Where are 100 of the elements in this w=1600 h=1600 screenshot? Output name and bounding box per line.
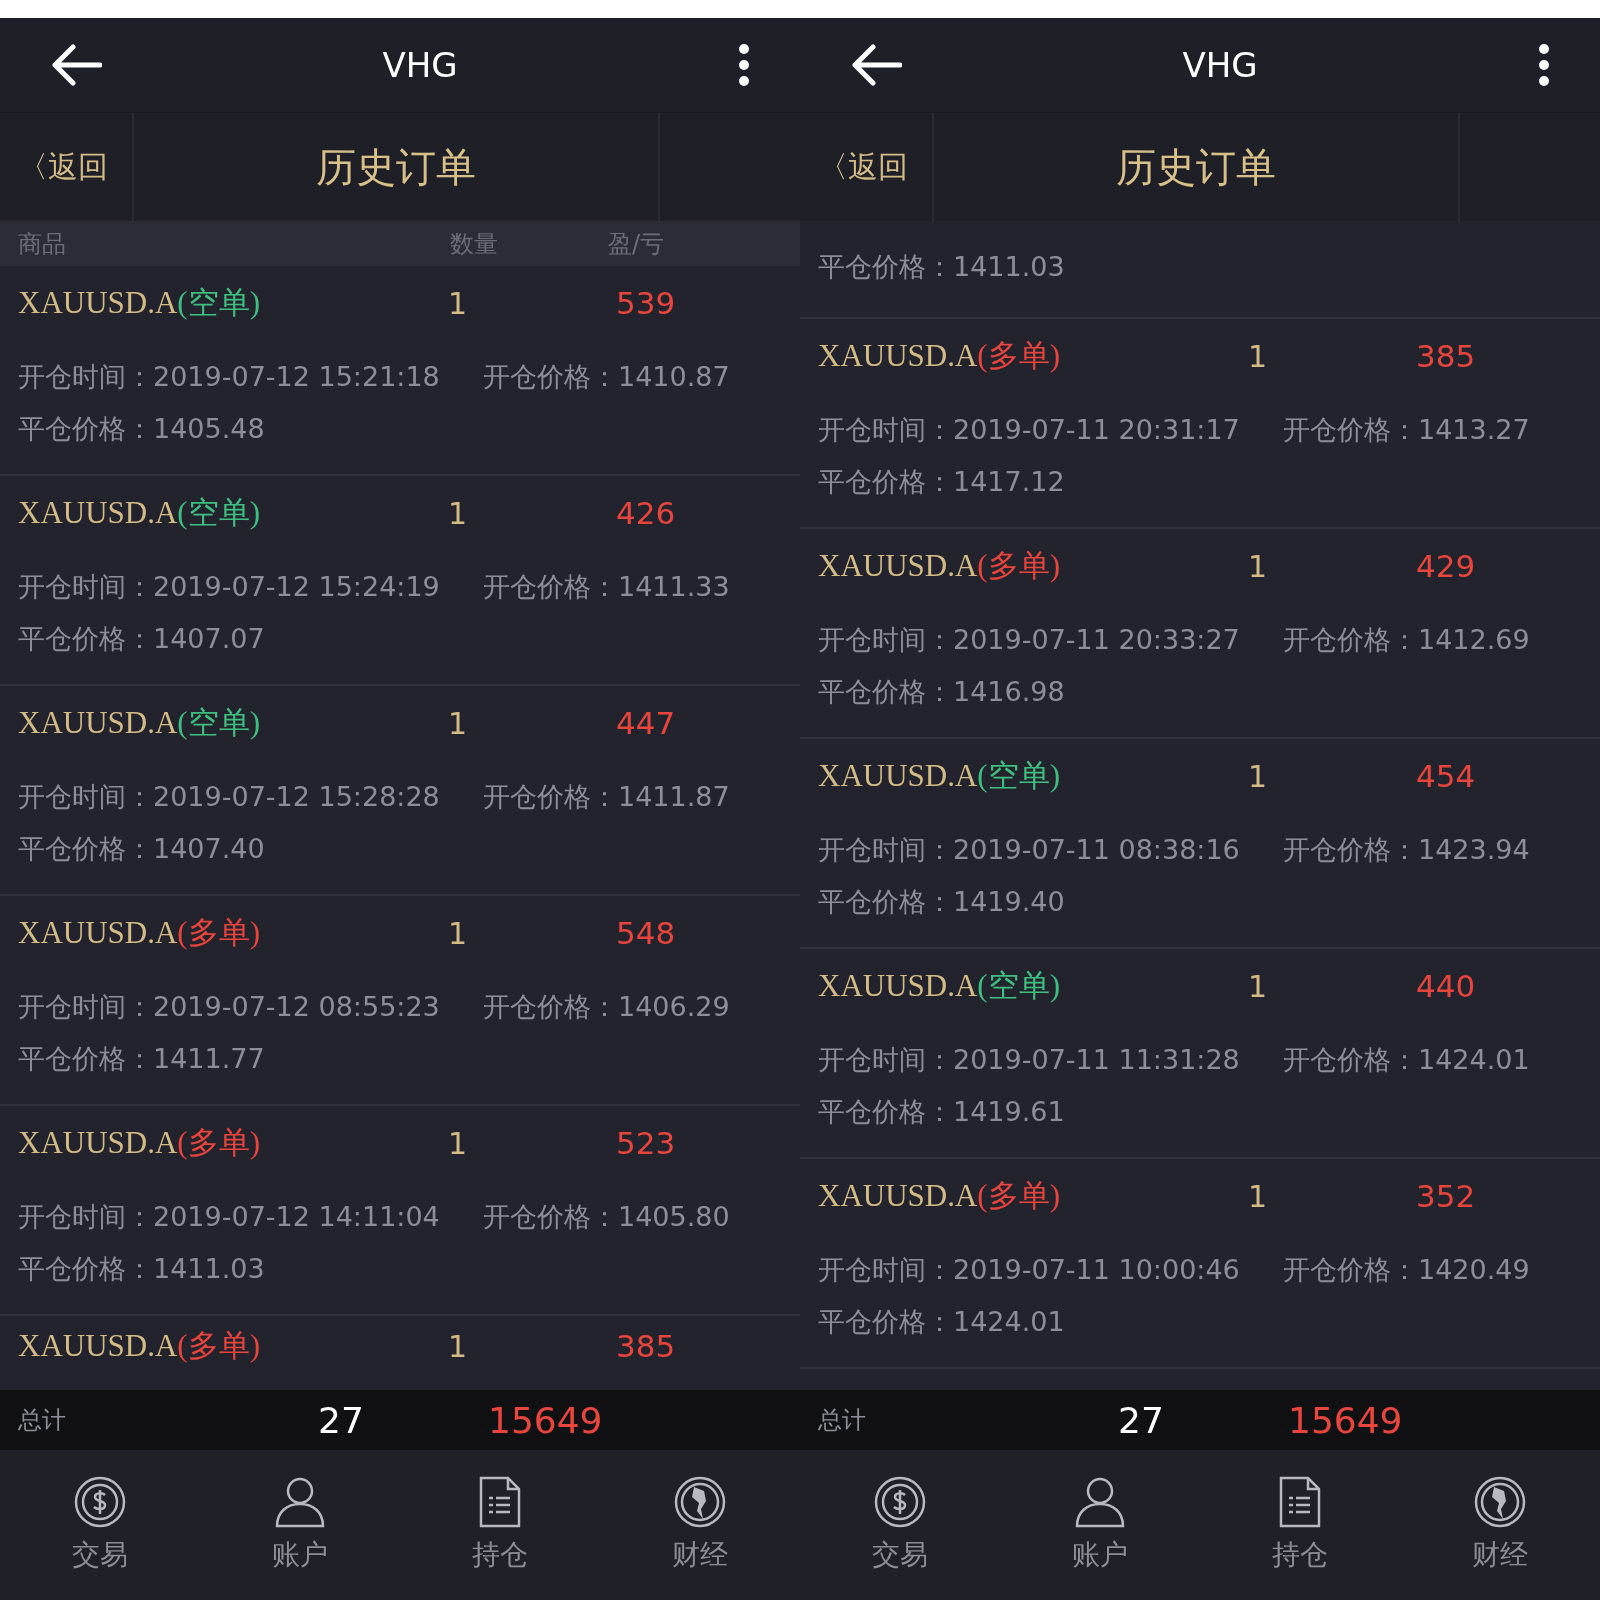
product-name: XAUUSD.A(空单) [818,967,1061,1005]
page-title: 历史订单 [316,142,476,192]
close-price: 平仓价格：1416.98 [818,675,1065,709]
product-name: XAUUSD.A(多单) [18,914,261,952]
open-time: 开仓时间：2019-07-12 15:28:28 [18,780,441,814]
tab-button[interactable]: 账户 [1000,1450,1200,1600]
quantity: 1 [448,915,469,951]
close-price: 平仓价格：1411.03 [18,1252,265,1286]
quantity: 1 [1248,1178,1269,1214]
open-price: 开仓价格：1406.29 [483,990,730,1024]
total-profit: 15649 [1288,1399,1403,1441]
order-card[interactable]: 平仓价格：1411.03 [800,221,1600,319]
open-price: 开仓价格：1424.01 [1283,1043,1530,1077]
open-time: 开仓时间：2019-07-12 08:55:23 [18,990,441,1024]
profit-value: 440 [1416,968,1476,1004]
dollar-coin-icon [74,1476,126,1528]
quantity: 1 [448,1125,469,1161]
more-menu-icon[interactable] [738,43,750,87]
more-menu-icon[interactable] [1538,43,1550,87]
product-name: XAUUSD.A(多单) [18,1124,261,1162]
product-name: XAUUSD.A(空单) [18,284,261,322]
quantity: 1 [448,495,469,531]
open-time: 开仓时间：2019-07-12 14:11:04 [18,1200,441,1234]
open-time: 开仓时间：2019-07-12 15:21:18 [18,360,441,394]
open-time: 开仓时间：2019-07-11 11:31:28 [818,1043,1241,1077]
open-price: 开仓价格：1410.87 [483,360,730,394]
back-link[interactable]: 〈返回 [818,146,908,188]
quantity: 1 [448,1328,469,1364]
tab-button[interactable]: 财经 [600,1450,800,1600]
dollar-coin-icon [874,1476,926,1528]
profit-value: 539 [616,285,676,321]
product-name: XAUUSD.A(多单) [18,1327,261,1365]
profit-value: 447 [616,705,676,741]
profit-value: 426 [616,495,676,531]
column-header: 数量 [450,228,499,260]
profit-value: 523 [616,1125,676,1161]
order-card[interactable]: XAUUSD.A(多单) 1 352 开仓时间：2019-07-11 10:00:46 开仓价格：1420.49 平仓价格：1424.01 [800,1159,1600,1369]
open-price: 开仓价格：1420.49 [1283,1253,1530,1287]
profit-value: 352 [1416,1178,1476,1214]
close-price: 平仓价格：1405.48 [18,412,265,446]
close-price: 平仓价格：1424.01 [818,1305,1065,1339]
order-card[interactable]: XAUUSD.A(空单) 1 440 开仓时间：2019-07-11 11:31:28 开仓价格：1424.01 平仓价格：1419.61 [800,949,1600,1159]
close-price: 平仓价格：1419.61 [818,1095,1065,1129]
close-price: 平仓价格：1407.07 [18,622,265,656]
close-price: 平仓价格：1411.03 [818,250,1065,284]
product-name: XAUUSD.A(空单) [18,494,261,532]
globe-icon [674,1476,726,1528]
profit-value: 548 [616,915,676,951]
document-icon [479,1476,521,1528]
product-name: XAUUSD.A(空单) [18,704,261,742]
open-price: 开仓价格：1411.87 [483,780,730,814]
product-name: XAUUSD.A(多单) [818,1177,1061,1215]
total-profit: 15649 [488,1399,603,1441]
product-name: XAUUSD.A(空单) [818,757,1061,795]
order-card[interactable]: XAUUSD.A(多单) 1 385 开仓时间：2019-07-11 20:31:17 开仓价格：1413.27 平仓价格：1417.12 [800,319,1600,529]
profit-value: 385 [616,1328,676,1364]
globe-icon [1474,1476,1526,1528]
close-price: 平仓价格：1411.77 [18,1042,265,1076]
tab-button[interactable]: 持仓 [400,1450,600,1600]
order-card[interactable]: XAUUSD.A(空单) 1 454 开仓时间：2019-07-11 08:38:16 开仓价格：1423.94 平仓价格：1419.40 [800,739,1600,949]
profit-value: 385 [1416,338,1476,374]
person-icon [274,1476,326,1528]
order-card[interactable]: XAUUSD.A(多单) 1 385 [0,1316,800,1374]
quantity: 1 [1248,548,1269,584]
column-header: 商品 [18,228,67,260]
tab-button[interactable]: 交易 [0,1450,200,1600]
open-time: 开仓时间：2019-07-11 20:31:17 [818,413,1241,447]
page-title: 历史订单 [1116,142,1276,192]
open-time: 开仓时间：2019-07-12 15:24:19 [18,570,441,604]
tab-button[interactable]: 账户 [200,1450,400,1600]
back-link[interactable]: 〈返回 [18,146,108,188]
total-label: 总计 [818,1405,867,1436]
close-price: 平仓价格：1407.40 [18,832,265,866]
open-time: 开仓时间：2019-07-11 08:38:16 [818,833,1241,867]
quantity: 1 [1248,968,1269,1004]
quantity: 1 [448,705,469,741]
app-title: VHG [382,45,458,85]
product-name: XAUUSD.A(多单) [818,337,1061,375]
quantity: 1 [1248,758,1269,794]
total-count: 27 [1118,1399,1165,1441]
quantity: 1 [1248,338,1269,374]
person-icon [1074,1476,1126,1528]
app-title: VHG [1182,45,1258,85]
open-price: 开仓价格：1413.27 [1283,413,1530,447]
tab-button[interactable]: 持仓 [1200,1450,1400,1600]
close-price: 平仓价格：1417.12 [818,465,1065,499]
open-price: 开仓价格：1412.69 [1283,623,1530,657]
open-price: 开仓价格：1423.94 [1283,833,1530,867]
tab-button[interactable]: 交易 [800,1450,1000,1600]
column-header: 盈/亏 [608,228,665,260]
quantity: 1 [448,285,469,321]
order-card[interactable]: XAUUSD.A(多单) 1 429 开仓时间：2019-07-11 20:33:27 开仓价格：1412.69 平仓价格：1416.98 [800,529,1600,739]
profit-value: 454 [1416,758,1476,794]
back-arrow-icon[interactable] [850,44,902,86]
back-arrow-icon[interactable] [50,44,102,86]
open-price: 开仓价格：1411.33 [483,570,730,604]
open-time: 开仓时间：2019-07-11 20:33:27 [818,623,1241,657]
total-label: 总计 [18,1405,67,1436]
open-time: 开仓时间：2019-07-11 10:00:46 [818,1253,1241,1287]
tab-button[interactable]: 财经 [1400,1450,1600,1600]
